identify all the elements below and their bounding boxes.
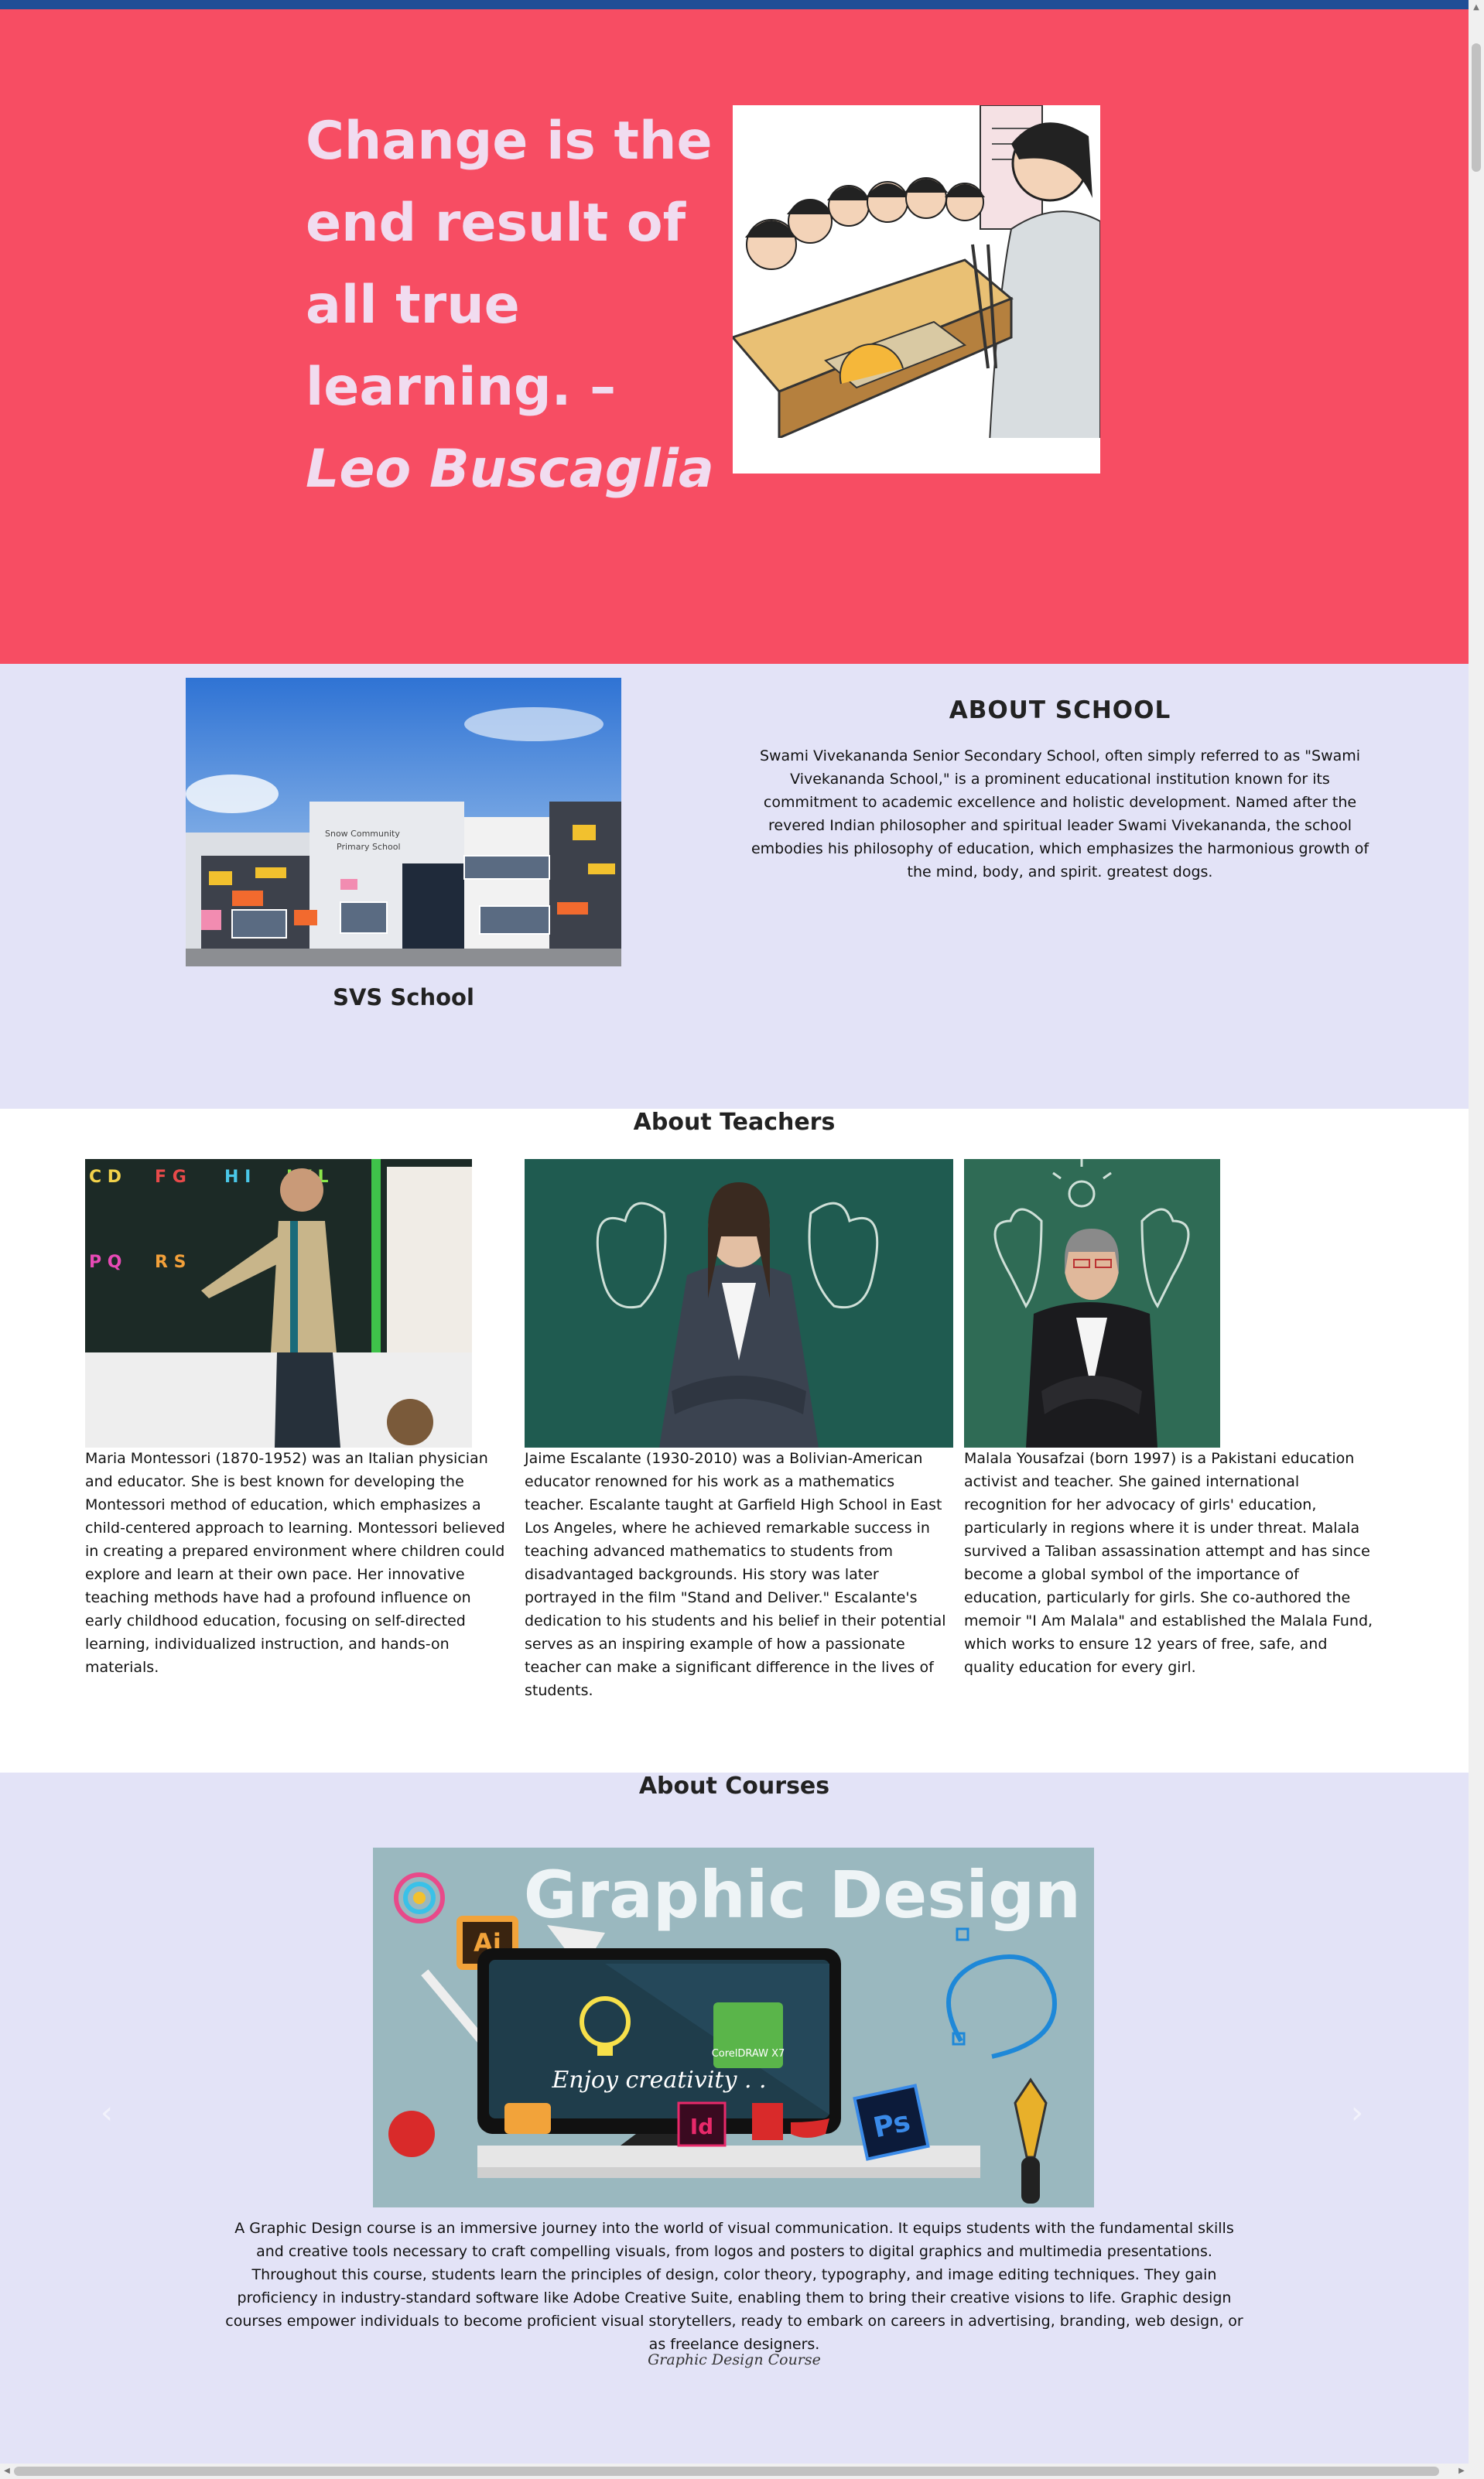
teacher-photo-yousafzai	[964, 1159, 1220, 1448]
school-sign-text: Snow Community	[325, 829, 400, 839]
svg-text:P Q: P Q	[89, 1253, 122, 1272]
hero-quote-text: Change is the end result of all true lea…	[306, 111, 713, 418]
teacher-text-escalante: Jaime Escalante (1930-2010) was a Bolivi…	[525, 1450, 946, 1699]
about-teachers-title: About Teachers	[633, 1109, 836, 1136]
top-nav-bar	[0, 0, 1469, 9]
hero-section: Change is the end result of all true lea…	[0, 9, 1469, 664]
slide-heading: Graphic Design	[524, 1857, 1081, 1933]
about-school-title: ABOUT SCHOOL	[949, 696, 1171, 724]
about-courses-title: About Courses	[638, 1773, 830, 1800]
graphic-design-slide-image: Graphic Design Ai Enjoy creativity . . C…	[373, 1848, 1094, 2207]
hero-quote-author: Leo Buscaglia	[306, 439, 714, 500]
course-caption: Graphic Design Course	[648, 2351, 821, 2368]
classroom-illustration	[733, 105, 1100, 474]
svg-text:H I: H I	[224, 1168, 251, 1187]
teacher-text-yousafzai: Malala Yousafzai (born 1997) is a Pakist…	[964, 1450, 1373, 1676]
school-building-photo: Snow Community Primary School	[186, 678, 621, 966]
svg-text:Primary School: Primary School	[337, 842, 401, 852]
horizontal-scrollbar[interactable]: ◀ ▶	[0, 2464, 1469, 2479]
svg-text:F G: F G	[155, 1168, 186, 1187]
hero-quote: Change is the end result of all true lea…	[306, 101, 723, 511]
scrollbar-corner	[1469, 2464, 1484, 2479]
coreldraw-badge: CorelDRAW X7	[712, 2048, 785, 2060]
slide-tagline: Enjoy creativity . .	[551, 2067, 766, 2094]
scroll-left-icon[interactable]: ◀	[0, 2464, 14, 2479]
vertical-scrollbar[interactable]: ▲	[1469, 0, 1484, 2464]
carousel-prev-button[interactable]: ‹	[91, 2090, 122, 2136]
scroll-right-icon[interactable]: ▶	[1455, 2464, 1469, 2479]
svg-text:C D: C D	[89, 1168, 121, 1187]
indesign-badge: Id	[690, 2114, 713, 2139]
about-school-section: Snow Community Primary School SVS School…	[0, 664, 1469, 1109]
svg-text:R S: R S	[155, 1253, 186, 1272]
horizontal-scrollbar-thumb[interactable]	[14, 2467, 1439, 2476]
carousel-next-button[interactable]: ›	[1342, 2090, 1373, 2136]
school-photo-caption: SVS School	[333, 984, 474, 1010]
about-teachers-section: About Teachers C DF GH IJ K L P QR SZ Ma…	[0, 1109, 1469, 1773]
about-courses-section: About Courses Graphic Design Ai Enjoy cr…	[0, 1773, 1469, 2464]
course-description: A Graphic Design course is an immersive …	[225, 2220, 1243, 2353]
about-school-text: Swami Vivekananda Senior Secondary Schoo…	[751, 747, 1369, 880]
teacher-photo-montessori: C DF GH IJ K L P QR SZ	[85, 1159, 472, 1448]
scroll-up-icon[interactable]: ▲	[1469, 0, 1483, 15]
teacher-photo-escalante	[525, 1159, 953, 1448]
vertical-scrollbar-thumb[interactable]	[1472, 43, 1481, 172]
teacher-text-montessori: Maria Montessori (1870-1952) was an Ital…	[85, 1450, 505, 1676]
